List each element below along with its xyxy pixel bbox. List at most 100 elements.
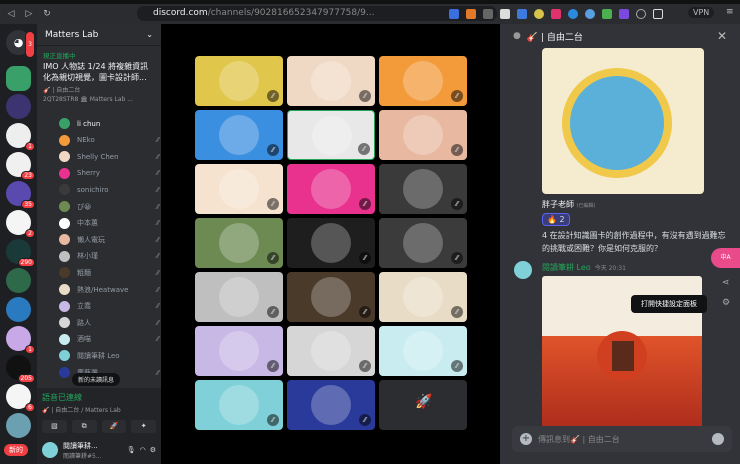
- back-icon[interactable]: ◁: [4, 9, 18, 19]
- extension-icon[interactable]: [449, 9, 459, 19]
- server-icon[interactable]: [6, 66, 31, 91]
- voice-user[interactable]: ぴ😀 ⁄⁄: [59, 201, 159, 212]
- voice-user[interactable]: 閱讀筆耕 Leo: [59, 350, 159, 362]
- avatar[interactable]: [514, 261, 532, 279]
- screen-share-button[interactable]: ⧉: [71, 420, 97, 433]
- server-icon[interactable]: [6, 297, 31, 322]
- participant-tile[interactable]: ⁄⁄: [195, 272, 283, 322]
- translate-button[interactable]: 中A: [711, 248, 740, 268]
- participant-tile[interactable]: ⁄⁄: [287, 272, 375, 322]
- participant-tile[interactable]: ⁄⁄: [195, 110, 283, 160]
- participant-tile[interactable]: ⁄⁄: [287, 56, 375, 106]
- plus-icon[interactable]: +: [520, 433, 532, 445]
- puzzle-icon[interactable]: [636, 9, 646, 19]
- voice-user[interactable]: sonichiro ⁄⁄: [59, 184, 159, 196]
- activity-button[interactable]: 🚀: [101, 420, 127, 433]
- voice-user[interactable]: 酒喵 ⁄⁄: [59, 333, 159, 345]
- headphones-icon[interactable]: ◠: [140, 446, 146, 454]
- gear-icon[interactable]: ⚙: [150, 446, 156, 454]
- voice-user[interactable]: Sherry ⁄⁄: [59, 167, 159, 179]
- voice-user[interactable]: 林小瑾 ⁄⁄: [59, 250, 159, 262]
- sidebar-icon[interactable]: [653, 9, 663, 19]
- voice-channel[interactable]: 🎸 | 自由二台 / Matters Lab: [42, 405, 156, 414]
- avatar[interactable]: [42, 442, 58, 458]
- server-icon[interactable]: 1: [6, 123, 35, 151]
- participant-tile[interactable]: ⁄⁄: [287, 218, 375, 268]
- live-label: 現正直播中: [43, 52, 76, 60]
- reaction-button[interactable]: 🔥 2: [542, 213, 570, 226]
- gear-icon[interactable]: ⚙: [722, 298, 730, 308]
- new-messages-pill[interactable]: 新的未讀訊息: [72, 373, 121, 386]
- participant-tile[interactable]: ⁄⁄: [195, 218, 283, 268]
- voice-user[interactable]: 中本蕙 ⁄⁄: [59, 217, 159, 229]
- camera-off-button[interactable]: ▧: [42, 420, 67, 433]
- voice-user[interactable]: 懶人電玩 ⁄⁄: [59, 234, 159, 246]
- extension-icon[interactable]: [500, 9, 510, 19]
- server-icon[interactable]: 1: [6, 326, 35, 354]
- participant-tile[interactable]: ⁄⁄: [195, 56, 283, 106]
- participant-tile[interactable]: ⁄⁄: [287, 164, 375, 214]
- new-unread-pill[interactable]: 新的: [4, 444, 28, 456]
- share-icon[interactable]: ⋖: [722, 278, 730, 288]
- close-icon[interactable]: ✕: [717, 29, 727, 43]
- soundboard-button[interactable]: ✦: [131, 420, 156, 433]
- participant-tile[interactable]: ⁄⁄: [195, 164, 283, 214]
- voice-user[interactable]: 立喬 ⁄⁄: [59, 300, 159, 312]
- chevron-down-icon[interactable]: ⌄: [146, 30, 153, 39]
- voice-user[interactable]: 路人 ⁄⁄: [59, 317, 159, 329]
- participant-tile[interactable]: ⁄⁄: [379, 218, 467, 268]
- avatar: [59, 167, 70, 179]
- participant-tile[interactable]: ⁄⁄: [379, 272, 467, 322]
- extension-icon[interactable]: [466, 9, 476, 19]
- server-icon[interactable]: 35: [6, 181, 35, 209]
- server-icon[interactable]: 2: [6, 210, 35, 238]
- extension-icon[interactable]: [517, 9, 527, 19]
- server-icon[interactable]: 205: [6, 355, 35, 383]
- participant-tile[interactable]: ⁄⁄: [379, 110, 467, 160]
- participant-tile[interactable]: ⁄⁄: [287, 110, 375, 160]
- server-icon[interactable]: [6, 268, 31, 293]
- extension-icon[interactable]: [483, 9, 493, 19]
- extension-icon[interactable]: [551, 9, 561, 19]
- participant-tile[interactable]: ⁄⁄: [287, 380, 375, 430]
- message-author[interactable]: 胖子老師: [542, 200, 574, 209]
- participant-tile[interactable]: ⁄⁄: [287, 326, 375, 376]
- participant-tile[interactable]: ⁄⁄: [195, 380, 283, 430]
- vpn-button[interactable]: VPN: [688, 7, 715, 18]
- voice-user[interactable]: 熱浪/Heatwave ⁄⁄: [59, 284, 159, 295]
- avatar: [403, 331, 443, 371]
- extension-icon[interactable]: [602, 9, 612, 19]
- server-icon[interactable]: [6, 94, 31, 119]
- reload-icon[interactable]: ↻: [40, 9, 54, 19]
- extension-icon[interactable]: [534, 9, 544, 19]
- discord-home-icon[interactable]: ◕ 3: [6, 30, 35, 58]
- voice-user[interactable]: Shelly Chen ⁄⁄: [59, 151, 159, 163]
- server-icon[interactable]: 290: [6, 239, 35, 267]
- voice-user[interactable]: NEko ⁄⁄: [59, 134, 159, 146]
- extension-icon[interactable]: [619, 9, 629, 19]
- voice-user[interactable]: li chun: [59, 118, 159, 129]
- participant-tile[interactable]: ⁄⁄: [379, 56, 467, 106]
- server-icon[interactable]: 6: [6, 384, 35, 412]
- participant-tile[interactable]: ⁄⁄: [379, 326, 467, 376]
- participant-tile[interactable]: ⁄⁄: [195, 326, 283, 376]
- extension-icon[interactable]: [585, 9, 595, 19]
- address-bar[interactable]: discord.com/channels/902816652347977758/…: [137, 6, 497, 21]
- mic-icon[interactable]: 🎙: [127, 446, 136, 454]
- live-event-card[interactable]: 現正直播中 IMO 人物誌 1/24 將複雜資訊化為親切視覺，圖卡設計師... …: [37, 46, 161, 107]
- extension-icon[interactable]: [568, 9, 578, 19]
- message-author[interactable]: 閱讀筆耕 Leo: [542, 263, 591, 272]
- server-icon[interactable]: 23: [6, 152, 35, 180]
- participant-tile[interactable]: 🚀: [379, 380, 467, 430]
- emoji-icon[interactable]: [712, 433, 724, 445]
- badge: 35: [21, 200, 35, 209]
- infographic-image[interactable]: [542, 48, 704, 194]
- menu-icon[interactable]: ≡: [726, 7, 734, 17]
- forward-icon[interactable]: ▷: [22, 9, 36, 19]
- server-header[interactable]: Matters Lab ⌄: [37, 24, 161, 46]
- user-panel: 閱讀筆耕... 閱讀筆耕#5... 🎙 ◠ ⚙: [37, 436, 161, 464]
- message-input[interactable]: + 傳訊息到🎸 | 自由二台: [512, 426, 732, 452]
- server-icon[interactable]: [6, 413, 31, 438]
- voice-user[interactable]: 粗麵 ⁄⁄: [59, 267, 159, 279]
- participant-tile[interactable]: ⁄⁄: [379, 164, 467, 214]
